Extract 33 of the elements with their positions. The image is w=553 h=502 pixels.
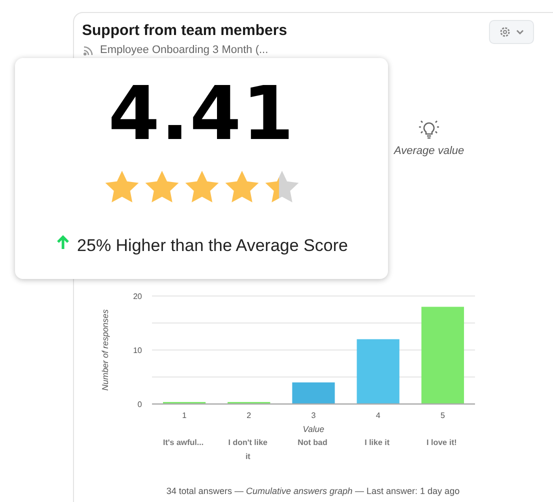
axis-tick-label: 20 xyxy=(133,292,142,301)
axis-tick-label: 5 xyxy=(440,411,445,420)
bar xyxy=(356,339,400,404)
bar xyxy=(292,382,335,404)
average-score: 4.41 xyxy=(108,72,295,156)
axis-tick-label: 2 xyxy=(246,411,252,420)
star-icon xyxy=(224,170,260,204)
answer-label: I like it xyxy=(364,437,390,449)
axis-tick-label: 10 xyxy=(133,346,142,355)
y-axis-label: Number of responses xyxy=(100,309,110,391)
axis-tick-label: 0 xyxy=(138,400,142,409)
chevron-down-icon xyxy=(516,29,524,35)
widget-title: Support from team members xyxy=(82,22,288,38)
star-icon xyxy=(144,170,180,204)
star-icon xyxy=(104,170,140,204)
answer-label: Not bad xyxy=(298,437,328,449)
star-icon xyxy=(264,170,300,204)
settings-button[interactable] xyxy=(489,20,534,44)
star-icon xyxy=(184,170,220,204)
axis-tick-label: 4 xyxy=(376,411,380,420)
x-axis-label: Value xyxy=(302,424,324,434)
score-comparison: 25% Higher than the Average Score xyxy=(77,236,348,256)
answer-label: I don't like it xyxy=(227,437,269,463)
answer-label: I love it! xyxy=(426,437,457,449)
broadcast-icon xyxy=(82,44,94,56)
axis-tick-label: 1 xyxy=(182,411,187,420)
survey-name: Employee Onboarding 3 Month (... xyxy=(100,44,268,57)
answer-label: It's awful... xyxy=(163,437,204,449)
settings-icon xyxy=(499,26,511,38)
lightbulb-icon xyxy=(417,119,442,141)
answers-summary: 34 total answers — Cumulative answers graph — Last answer: 1 day ago xyxy=(165,486,461,496)
axis-tick-label: 3 xyxy=(311,411,316,420)
average-value-label: Average value xyxy=(394,145,464,157)
